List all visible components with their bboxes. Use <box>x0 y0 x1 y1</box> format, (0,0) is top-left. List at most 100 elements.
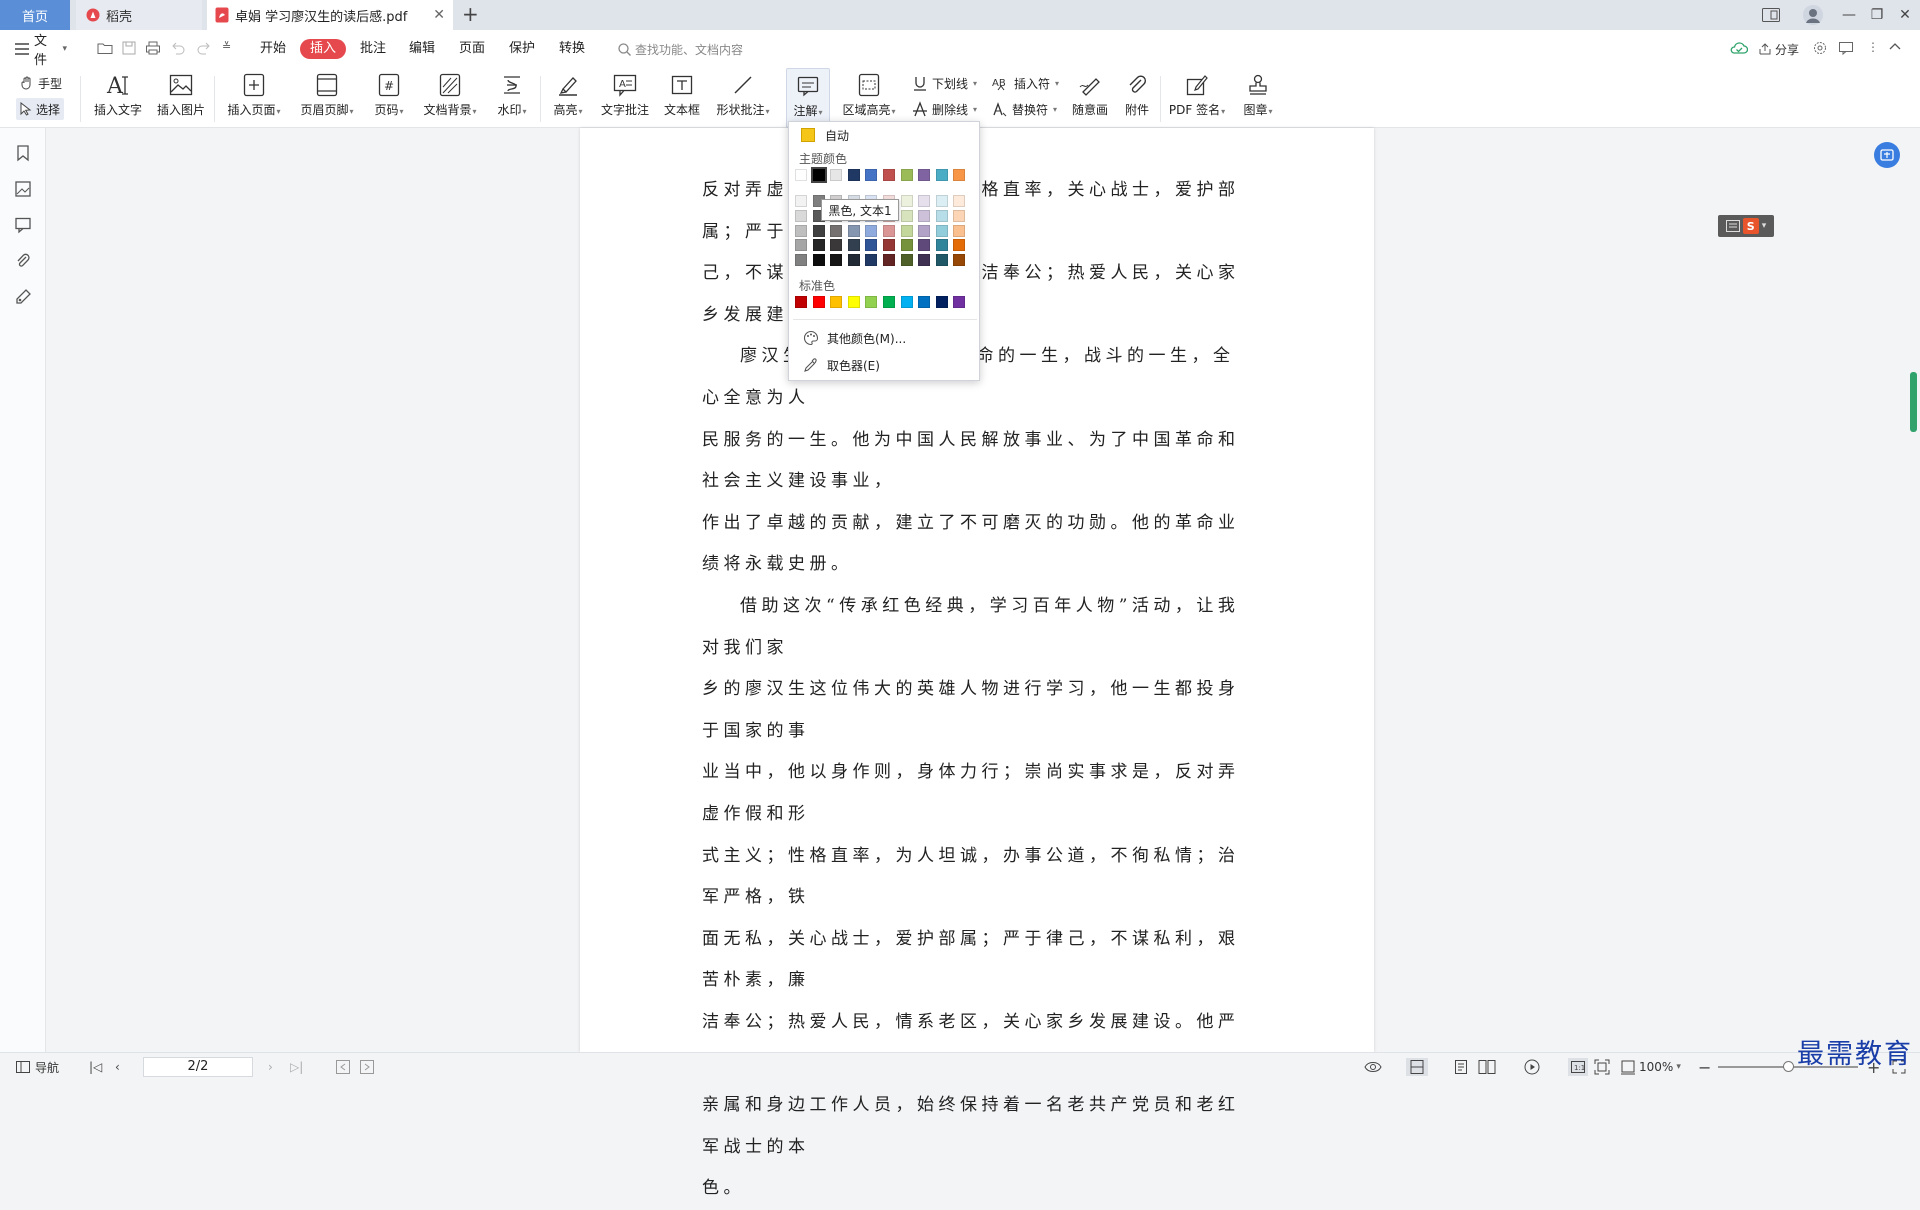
more-colors-option[interactable]: 其他颜色(M)... <box>797 326 973 350</box>
comment-list-icon[interactable] <box>14 216 32 234</box>
theme-shade-swatch[interactable] <box>918 254 931 267</box>
theme-shade-swatch[interactable] <box>847 254 860 267</box>
open-folder-icon[interactable] <box>97 40 115 58</box>
close-tab-icon[interactable]: ✕ <box>433 7 445 23</box>
theme-color-swatch[interactable] <box>953 169 966 181</box>
page-number-input[interactable]: 2/2 <box>143 1057 253 1077</box>
tab-convert[interactable]: 转换 <box>559 39 585 59</box>
hand-tool-button[interactable]: 手型 <box>20 72 62 94</box>
theme-shade-swatch[interactable] <box>918 239 931 252</box>
theme-shade-swatch[interactable] <box>795 254 807 267</box>
zoom-out-icon[interactable]: − <box>1698 1058 1711 1077</box>
actual-size-icon[interactable]: 1:1 <box>1568 1058 1588 1076</box>
nav-toggle[interactable]: 导航 <box>16 1058 59 1076</box>
underline-button[interactable]: 下划线 ▾ <box>912 72 977 94</box>
window-layout-icon[interactable] <box>1755 0 1787 30</box>
theme-shade-swatch[interactable] <box>935 195 948 207</box>
theme-shade-swatch[interactable] <box>918 224 931 237</box>
file-menu[interactable]: 文件 ▾ <box>15 34 67 68</box>
tab-comment[interactable]: 批注 <box>360 39 386 59</box>
prev-view-icon[interactable] <box>336 1058 350 1076</box>
stamp-button[interactable]: 图章▾ <box>1238 68 1278 128</box>
zoom-dropdown[interactable]: 100% ▾ <box>1620 1058 1681 1076</box>
collapse-ribbon-icon[interactable] <box>1888 40 1906 58</box>
eyedropper-option[interactable]: 取色器(E) <box>797 353 973 377</box>
insert-text-button[interactable]: A 插入文字 <box>91 68 145 128</box>
print-icon[interactable] <box>145 40 163 58</box>
last-page-icon[interactable]: ▷| <box>290 1058 303 1076</box>
theme-color-swatch[interactable] <box>795 169 807 181</box>
standard-color-swatch[interactable] <box>847 296 860 308</box>
theme-shade-swatch[interactable] <box>935 224 948 237</box>
save-icon[interactable] <box>121 40 139 58</box>
feedback-icon[interactable] <box>1838 40 1856 58</box>
theme-shade-swatch[interactable] <box>847 224 860 237</box>
ime-toolbar[interactable]: S ▾ <box>1718 215 1774 237</box>
theme-shade-swatch[interactable] <box>935 254 948 267</box>
undo-icon[interactable] <box>170 40 188 58</box>
header-footer-button[interactable]: 页眉页脚▾ <box>296 68 358 128</box>
theme-color-swatch[interactable] <box>918 169 931 181</box>
theme-shade-swatch[interactable] <box>883 224 895 237</box>
theme-shade-swatch[interactable] <box>830 254 843 267</box>
share-button[interactable]: 分享 <box>1758 40 1804 58</box>
theme-color-swatch[interactable] <box>810 167 827 183</box>
highlight-button[interactable]: 高亮▾ <box>549 68 587 128</box>
thumbnail-icon[interactable] <box>14 180 32 198</box>
vertical-scrollbar-thumb[interactable] <box>1910 372 1917 432</box>
theme-shade-swatch[interactable] <box>830 239 843 252</box>
theme-color-swatch[interactable] <box>883 169 895 181</box>
theme-shade-swatch[interactable] <box>953 239 966 252</box>
theme-shade-swatch[interactable] <box>883 239 895 252</box>
next-view-icon[interactable] <box>360 1058 374 1076</box>
theme-shade-swatch[interactable] <box>900 239 913 252</box>
avatar[interactable] <box>1797 0 1829 30</box>
close-window-icon[interactable]: ✕ <box>1889 0 1920 30</box>
theme-shade-swatch[interactable] <box>935 209 948 222</box>
theme-shade-swatch[interactable] <box>900 209 913 222</box>
search-box[interactable]: 查找功能、文档内容 <box>618 40 743 58</box>
theme-shade-swatch[interactable] <box>812 254 825 267</box>
tab-daoke[interactable]: 稻壳 <box>76 0 202 30</box>
theme-shade-swatch[interactable] <box>935 239 948 252</box>
attachment-list-icon[interactable] <box>14 252 32 270</box>
theme-shade-swatch[interactable] <box>865 239 878 252</box>
tab-document[interactable]: 卓娟 学习廖汉生的读后感.pdf ✕ <box>207 0 453 30</box>
cloud-sync-icon[interactable] <box>1730 40 1748 58</box>
tab-home[interactable]: 首页 <box>0 0 70 30</box>
theme-color-swatch[interactable] <box>830 169 843 181</box>
standard-color-swatch[interactable] <box>935 296 948 308</box>
theme-shade-swatch[interactable] <box>812 224 825 237</box>
zoom-slider-thumb[interactable] <box>1783 1061 1794 1072</box>
theme-shade-swatch[interactable] <box>865 254 878 267</box>
theme-shade-swatch[interactable] <box>900 224 913 237</box>
auto-color-option[interactable]: 自动 <box>797 124 973 146</box>
theme-color-swatch[interactable] <box>935 169 948 181</box>
theme-shade-swatch[interactable] <box>795 209 807 222</box>
doc-background-button[interactable]: 文档背景▾ <box>419 68 481 128</box>
theme-shade-swatch[interactable] <box>795 224 807 237</box>
customize-quickaccess-icon[interactable]: ≚ <box>222 40 240 58</box>
settings-icon[interactable] <box>1812 40 1830 58</box>
theme-shade-swatch[interactable] <box>795 195 807 207</box>
theme-shade-swatch[interactable] <box>830 224 843 237</box>
text-box-button[interactable]: 文本框 <box>661 68 703 128</box>
theme-shade-swatch[interactable] <box>953 209 966 222</box>
text-comment-button[interactable]: A 文字批注 <box>598 68 652 128</box>
theme-shade-swatch[interactable] <box>795 239 807 252</box>
insert-image-button[interactable]: 插入图片 <box>154 68 208 128</box>
theme-shade-swatch[interactable] <box>918 209 931 222</box>
attachment-button[interactable]: 附件 <box>1121 68 1153 128</box>
tab-start[interactable]: 开始 <box>260 39 286 59</box>
freehand-button[interactable]: 随意画 <box>1070 68 1110 128</box>
theme-shade-swatch[interactable] <box>953 195 966 207</box>
theme-shade-swatch[interactable] <box>883 254 895 267</box>
tab-protect[interactable]: 保护 <box>509 39 535 59</box>
theme-shade-swatch[interactable] <box>900 195 913 207</box>
tab-page[interactable]: 页面 <box>459 39 485 59</box>
signature-list-icon[interactable] <box>14 288 32 306</box>
select-tool-button[interactable]: 选择 <box>16 98 65 120</box>
theme-shade-swatch[interactable] <box>812 239 825 252</box>
redo-icon[interactable] <box>196 40 214 58</box>
shape-comment-button[interactable]: 形状批注▾ <box>712 68 774 128</box>
